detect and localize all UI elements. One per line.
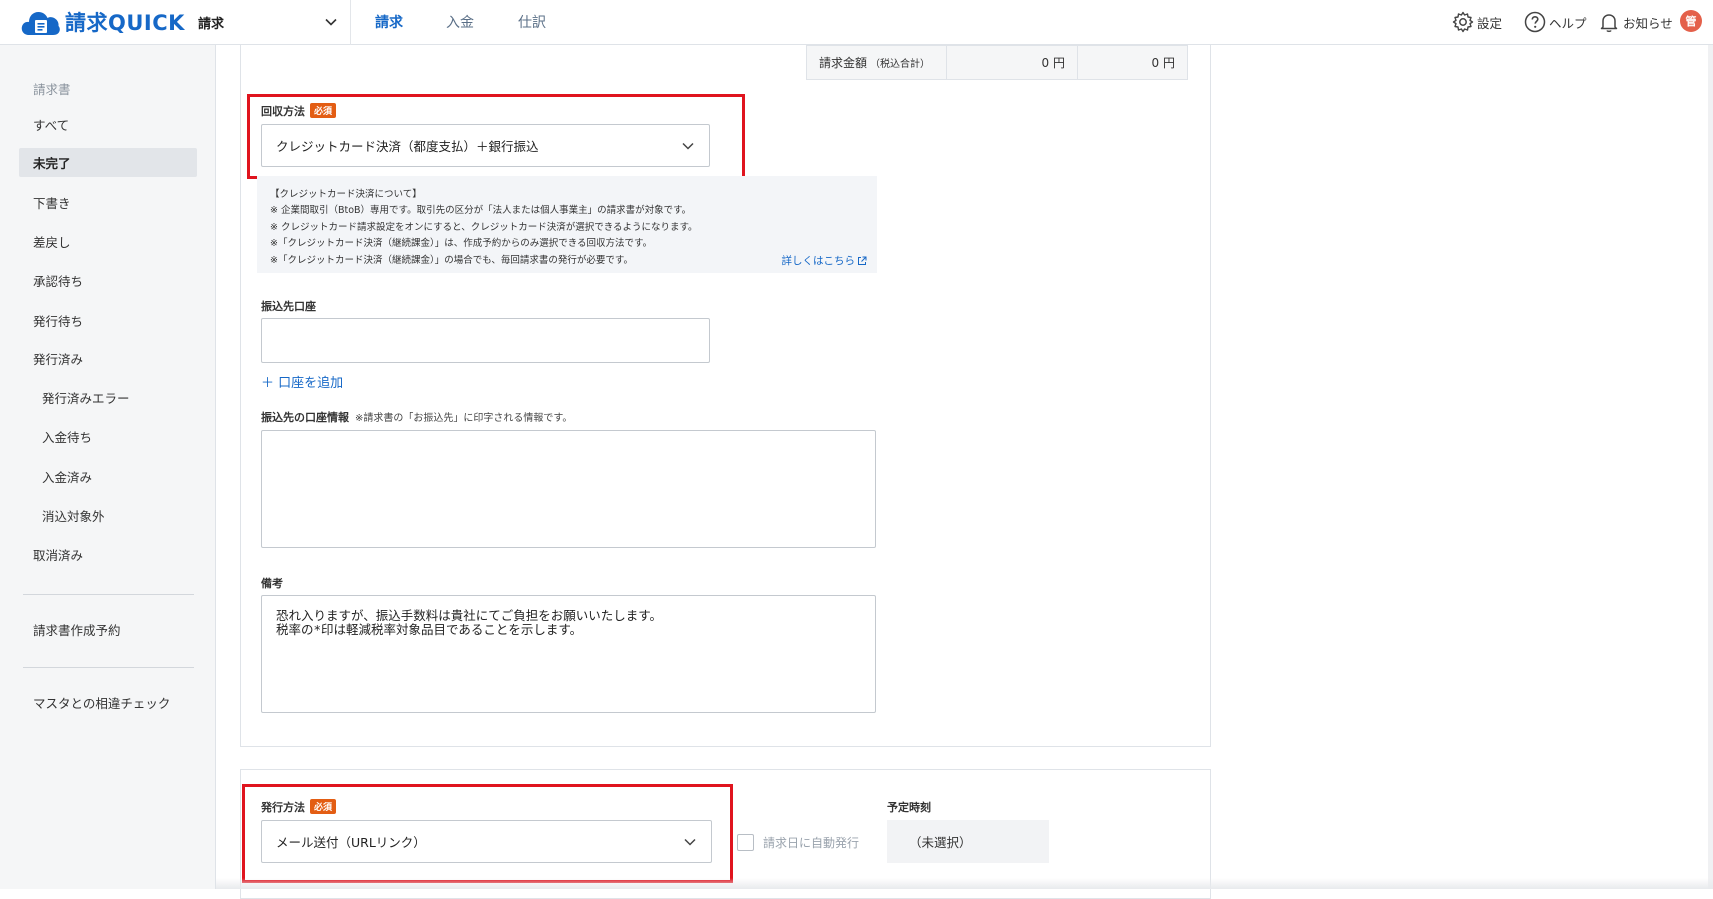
sidebar-item-excluded[interactable]: 消込対象外 bbox=[19, 501, 197, 530]
tab-payment[interactable]: 入金 bbox=[446, 12, 474, 32]
info-line: ※ クレジットカード請求設定をオンにすると、クレジットカード決済が選択できるよう… bbox=[270, 222, 698, 233]
bank-info-label: 振込先の口座情報 ※請求書の「お振込先」に印字される情報です。 bbox=[261, 409, 572, 425]
logo-text: 請求QUICK bbox=[65, 11, 185, 35]
info-line: ※「クレジットカード決済（継続課金）」は、作成予約からのみ選択できる回収方法です… bbox=[270, 238, 653, 249]
scheduled-time-value-box: （未選択） bbox=[887, 820, 1049, 863]
sidebar-item-paid[interactable]: 入金済み bbox=[19, 462, 197, 491]
tab-journal[interactable]: 仕訳 bbox=[518, 12, 546, 32]
chevron-down-icon bbox=[682, 142, 694, 150]
bank-info-textarea[interactable] bbox=[261, 430, 876, 548]
amount-label: 請求金額 bbox=[819, 56, 868, 70]
amount-value-cell: 0 円 bbox=[946, 45, 1078, 80]
gear-icon bbox=[1452, 11, 1474, 33]
app-selector[interactable]: 請求 bbox=[198, 8, 338, 36]
bank-info-note: ※請求書の「お振込先」に印字される情報です。 bbox=[355, 413, 573, 424]
notice-button[interactable]: お知らせ bbox=[1597, 8, 1673, 36]
bank-info-label-text: 振込先の口座情報 bbox=[261, 411, 349, 424]
sidebar-item-all[interactable]: すべて bbox=[19, 110, 197, 139]
amount-value-1: 0 円 bbox=[1041, 56, 1065, 70]
details-link-label: 詳しくはこちら bbox=[781, 255, 856, 267]
issue-method-label-text: 発行方法 bbox=[261, 801, 305, 814]
sidebar-item-master-check[interactable]: マスタとの相違チェック bbox=[19, 688, 197, 717]
sidebar-item-awaiting-issue[interactable]: 発行待ち bbox=[19, 306, 197, 335]
bank-account-field[interactable] bbox=[261, 318, 710, 363]
help-label: ヘルプ bbox=[1549, 15, 1587, 31]
app-selector-label: 請求 bbox=[198, 16, 225, 32]
amount-value-2: 0 円 bbox=[1151, 56, 1175, 70]
bell-icon bbox=[1600, 14, 1618, 33]
info-line: ※「クレジットカード決済（継続課金）」の場合でも、毎回請求書の発行が必要です。 bbox=[270, 255, 633, 266]
header-divider bbox=[350, 0, 351, 45]
sidebar-item-incomplete[interactable]: 未完了 bbox=[19, 148, 197, 177]
notice-label: お知らせ bbox=[1623, 15, 1673, 31]
sidebar-divider bbox=[23, 667, 194, 668]
credit-card-info-box: 【クレジットカード決済について】 ※ 企業間取引（BtoB）専用です。取引先の区… bbox=[257, 176, 877, 273]
bank-account-label: 振込先口座 bbox=[261, 300, 316, 313]
app-logo[interactable]: 請求QUICK bbox=[20, 6, 185, 38]
top-header: 請求QUICK 請求 請求 入金 仕訳 設定 ヘルプ お知らせ 管 bbox=[0, 0, 1713, 45]
sidebar-item-returned[interactable]: 差戻し bbox=[19, 227, 197, 256]
sidebar-divider bbox=[23, 594, 194, 595]
issue-method-value: メール送付（URLリンク） bbox=[276, 835, 426, 850]
auto-issue-checkbox-box[interactable] bbox=[737, 834, 754, 851]
settings-button[interactable]: 設定 bbox=[1451, 8, 1502, 36]
issue-method-select[interactable]: メール送付（URLリンク） bbox=[261, 820, 712, 863]
chevron-down-icon bbox=[684, 838, 696, 846]
sidebar-item-cancelled[interactable]: 取消済み bbox=[19, 540, 197, 569]
sidebar-item-awaiting-approval[interactable]: 承認待ち bbox=[19, 266, 197, 295]
settings-label: 設定 bbox=[1477, 15, 1503, 31]
sidebar-item-awaiting-payment[interactable]: 入金待ち bbox=[19, 422, 197, 451]
sidebar-item-issued-error[interactable]: 発行済みエラー bbox=[19, 383, 197, 412]
collection-method-select[interactable]: クレジットカード決済（都度支払）＋銀行振込 bbox=[261, 124, 710, 167]
tab-invoice[interactable]: 請求 bbox=[375, 12, 403, 32]
sidebar-item-draft[interactable]: 下書き bbox=[19, 188, 197, 217]
info-line: ※ 企業間取引（BtoB）専用です。取引先の区分が「法人または個人事業主」の請求… bbox=[270, 205, 692, 216]
collection-method-value: クレジットカード決済（都度支払）＋銀行振込 bbox=[276, 139, 539, 154]
scheduled-time-label: 予定時刻 bbox=[887, 801, 931, 814]
sidebar-item-issued[interactable]: 発行済み bbox=[19, 344, 197, 373]
remarks-label: 備考 bbox=[261, 577, 283, 590]
remarks-text-line: 恐れ入りますが、振込手数料は貴社にてご負担をお願いいたします。 bbox=[276, 608, 663, 623]
bottom-fade bbox=[216, 878, 1713, 889]
help-button[interactable]: ヘルプ bbox=[1523, 8, 1587, 36]
amount-value-cell: 0 円 bbox=[1077, 45, 1188, 80]
sidebar: 請求書 すべて 未完了 下書き 差戻し 承認待ち 発行待ち 発行済み 発行済みエ… bbox=[0, 45, 216, 889]
remarks-text-line: 税率の*印は軽減税率対象品目であることを示します。 bbox=[276, 622, 583, 637]
details-link[interactable]: 詳しくはこちら bbox=[782, 253, 868, 268]
collection-method-label-text: 回収方法 bbox=[261, 105, 305, 118]
avatar[interactable]: 管 bbox=[1680, 10, 1702, 32]
issue-method-label: 発行方法 必須 bbox=[261, 799, 337, 815]
amount-label-note: （税込合計） bbox=[870, 59, 931, 70]
sidebar-heading: 請求書 bbox=[33, 82, 71, 97]
cloud-document-icon bbox=[21, 12, 60, 35]
required-badge: 必須 bbox=[310, 799, 337, 814]
add-account-link[interactable]: ＋ 口座を追加 bbox=[261, 372, 343, 391]
chevron-down-icon bbox=[325, 18, 337, 26]
amount-label-cell: 請求金額 （税込合計） bbox=[806, 45, 947, 80]
collection-method-label: 回収方法 必須 bbox=[261, 103, 337, 119]
auto-issue-checkbox[interactable]: 請求日に自動発行 bbox=[737, 834, 859, 851]
sidebar-item-scheduled-creation[interactable]: 請求書作成予約 bbox=[19, 615, 197, 644]
scheduled-time-value: （未選択） bbox=[909, 835, 972, 850]
scroll-gutter bbox=[1708, 45, 1713, 889]
required-badge: 必須 bbox=[310, 103, 337, 118]
auto-issue-label: 請求日に自動発行 bbox=[763, 836, 860, 850]
info-line: 【クレジットカード決済について】 bbox=[270, 189, 422, 200]
external-link-icon bbox=[858, 256, 867, 265]
help-icon bbox=[1524, 11, 1546, 33]
